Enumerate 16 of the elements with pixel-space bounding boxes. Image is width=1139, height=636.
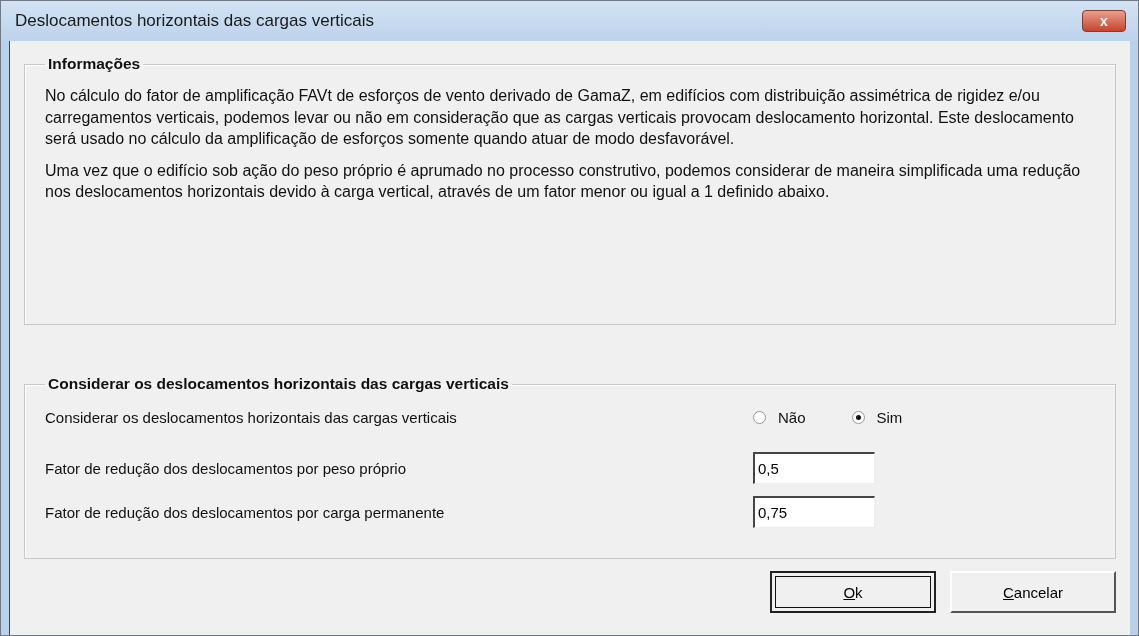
option-label: Fator de redução dos deslocamentos por carga permanente — [45, 503, 446, 521]
dialog-button[interactable]: Ok — [770, 571, 936, 613]
info-paragraph: Uma vez que o edifício sob ação do peso próprio é aprumado no processo construtivo, podemos considerar de maneira simplificada uma redução nos deslocamentos horizontais devido à carga vertical, através de um fator menor ou igual a 1 definido abaixo. — [45, 160, 1082, 202]
input-field[interactable]: 0,5 — [753, 452, 875, 484]
input-field[interactable]: 0,75 — [753, 496, 875, 528]
dialog-button[interactable]: Cancelar — [950, 571, 1116, 613]
group-title: Informações — [47, 55, 142, 73]
radio-option[interactable]: Sim — [851, 409, 903, 426]
window-title: Deslocamentos horizontais das cargas verticais — [15, 11, 375, 31]
radio-icon[interactable] — [753, 411, 766, 424]
radio-icon[interactable] — [851, 411, 865, 424]
option-label: Fator de redução dos deslocamentos por peso próprio — [45, 459, 408, 477]
option-label: Considerar os deslocamentos horizontais das cargas verticais — [45, 409, 458, 426]
info-paragraph: No cálculo do fator de amplificação FAVt de esforços de vento derivado de GamaZ, em edifícios com distribuição assimétrica de rigidez e/ou carregamentos verticais, podemos levar ou não em consideração que as cargas verticais provocam deslocamento horizontal. Este deslocamento será usado no cálculo da amplificação de esforços somente quando atuar de modo desfavorável. — [45, 86, 1075, 149]
radio-option[interactable]: Não — [753, 409, 806, 426]
group-title: Considerar os deslocamentos horizontais das cargas verticais — [47, 375, 510, 393]
